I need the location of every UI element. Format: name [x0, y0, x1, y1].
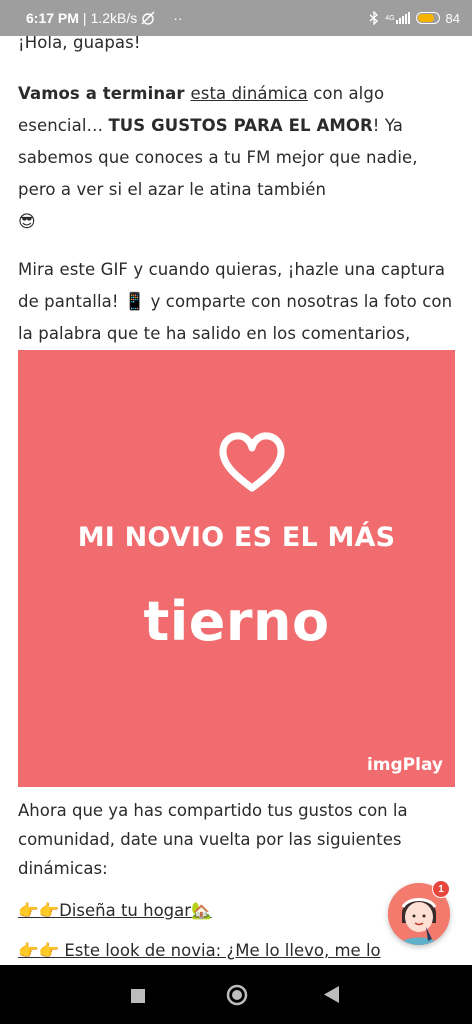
status-speed: 1.2kB/s	[90, 10, 138, 26]
link-look-de-novia[interactable]: 👉👉 Este look de novia: ¿Me lo llevo, me …	[18, 936, 458, 966]
back-button[interactable]	[324, 986, 340, 1007]
status-time: 6:17 PM	[26, 10, 79, 26]
notification-badge: 1	[432, 880, 450, 898]
battery-icon	[415, 12, 440, 24]
sunglasses-emoji: 😎	[18, 212, 36, 232]
gif-word: tierno	[143, 590, 330, 653]
battery-level: 84	[445, 10, 460, 26]
dynamic-link[interactable]: esta dinámica	[191, 84, 308, 103]
network-type: 4G	[385, 14, 395, 22]
heart-icon	[219, 432, 285, 492]
gif-headline: MI NOVIO ES EL MÁS	[77, 522, 396, 553]
recent-apps-button[interactable]	[131, 988, 145, 1007]
battery-fill	[417, 14, 435, 22]
house-emoji: 🏡	[191, 901, 212, 920]
pointing-emoji: 👉👉	[18, 901, 60, 920]
greeting: ¡Hola, guapas!	[18, 36, 141, 52]
alarm-off-icon	[141, 11, 155, 25]
imgplay-watermark: imgPlay	[366, 755, 443, 775]
love-gif[interactable]: MI NOVIO ES EL MÁS tierno imgPlay	[18, 350, 455, 787]
phone-emoji: 📱	[123, 292, 146, 312]
status-bar: 6:17 PM | 1.2kB/s ·· 4G 84	[0, 0, 472, 36]
intro-text-start: Vamos a terminar	[18, 84, 191, 103]
home-button[interactable]	[226, 984, 248, 1010]
link-label: Este look de novia: ¿Me lo llevo, me lo	[59, 941, 381, 960]
more-notifications-icon: ··	[173, 10, 183, 26]
intro-bold: TUS GUSTOS PARA EL AMOR	[108, 116, 373, 135]
bluetooth-icon	[369, 11, 379, 25]
follow-up-paragraph: Ahora que ya has compartido tus gustos c…	[18, 801, 408, 878]
signal-icon: 4G	[385, 12, 410, 24]
navigation-bar	[0, 965, 472, 1024]
link-label: Diseña tu hogar	[59, 901, 192, 920]
intro-paragraph: Vamos a terminar esta dinámica con algo …	[18, 78, 458, 238]
pointing-emoji: 👉👉	[18, 941, 60, 960]
status-separator: |	[82, 10, 87, 26]
